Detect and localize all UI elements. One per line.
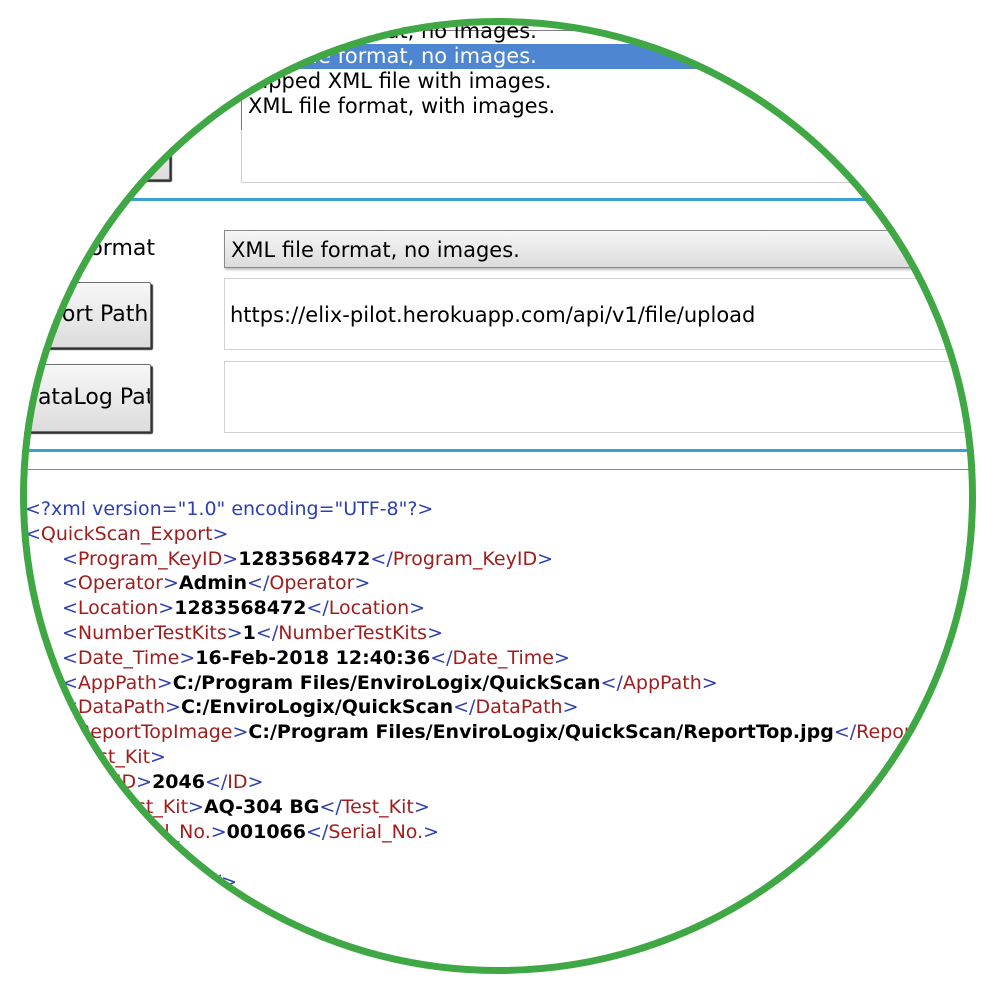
xml-line: <ReportTopImage>C:/Program Files/EnviroL… bbox=[62, 721, 976, 743]
xml-kit-open: <Test_Kit> bbox=[62, 746, 166, 768]
xml-line: <Program_KeyID>1283568472</Program_KeyID… bbox=[62, 548, 554, 570]
xml-empty-element: <Weight_kg/> bbox=[100, 871, 238, 893]
format-list-panel bbox=[241, 130, 976, 183]
xml-line: <Serial_No.>001066</Serial_No.> bbox=[100, 821, 440, 843]
app-window: XML file format, no images. XML file for… bbox=[20, 18, 976, 974]
export-format-select[interactable]: XML file format, no images. bbox=[224, 230, 976, 268]
xml-line: <Date_Time>16-Feb-2018 12:40:36</Date_Ti… bbox=[62, 647, 570, 669]
format-option[interactable]: XML file format, with images. bbox=[242, 94, 976, 119]
xml-root-open: <QuickScan_Export> bbox=[25, 523, 229, 545]
export-path-button[interactable]: Export Path bbox=[20, 282, 151, 348]
xml-line: <Operator>Admin</Operator> bbox=[62, 572, 371, 594]
xml-line: <NumberTestKits>1</NumberTestKits> bbox=[62, 622, 443, 644]
section-divider bbox=[20, 198, 976, 201]
xml-line: <NumberAnalytes> bbox=[100, 946, 291, 968]
format-option[interactable]: Zipped XML file with images. bbox=[242, 69, 976, 94]
xml-line: <Location>1283568472</Location> bbox=[62, 597, 426, 619]
section-divider bbox=[20, 449, 976, 452]
datalog-path-field[interactable] bbox=[224, 361, 976, 433]
xml-preview: <?xml version="1.0" encoding="UTF-8"?> <… bbox=[20, 470, 976, 974]
export-format-label: Export Format bbox=[20, 236, 155, 261]
export-path-field[interactable]: https://elix-pilot.herokuapp.com/api/v1/… bbox=[224, 278, 976, 350]
xml-line: <DataPath>C:/EnviroLogix/QuickScan</Data… bbox=[62, 696, 579, 718]
xml-line: <ID>2046</ID> bbox=[100, 771, 264, 793]
format-option-selected[interactable]: XML file format, no images. bbox=[242, 44, 976, 69]
xml-line: <AppPath>C:/Program Files/EnviroLogix/Qu… bbox=[62, 672, 718, 694]
magnifier-view: XML file format, no images. XML file for… bbox=[20, 18, 976, 974]
xml-line: <Test_Kit>AQ-304 BG</Test_Kit> bbox=[100, 796, 430, 818]
format-dropdown-list[interactable]: XML file format, no images. XML file for… bbox=[241, 19, 976, 132]
xml-declaration: <?xml version="1.0" encoding="UTF-8"?> bbox=[25, 498, 434, 520]
top-left-button[interactable] bbox=[20, 130, 170, 180]
datalog-path-button[interactable]: DataLog Path bbox=[20, 364, 151, 432]
format-option[interactable]: XML file format, no images. bbox=[242, 19, 976, 44]
